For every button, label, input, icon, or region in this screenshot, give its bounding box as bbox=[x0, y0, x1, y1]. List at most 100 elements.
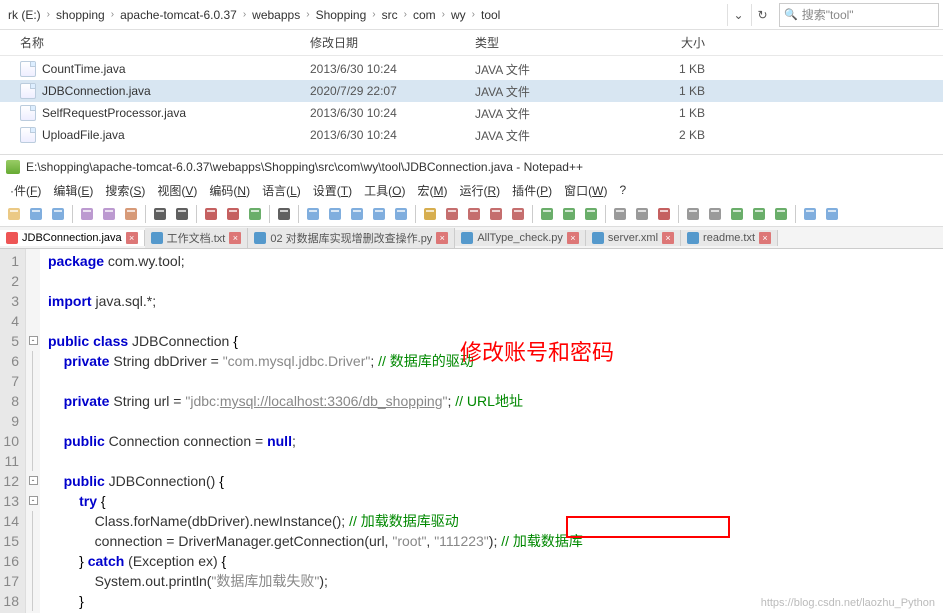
toolbar-button[interactable] bbox=[77, 204, 97, 224]
search-input[interactable]: 🔍 搜索"tool" bbox=[779, 3, 939, 27]
close-icon[interactable]: × bbox=[662, 232, 674, 244]
code-line[interactable] bbox=[48, 271, 583, 291]
toolbar-button[interactable] bbox=[486, 204, 506, 224]
menu-item[interactable]: 宏(M) bbox=[411, 180, 453, 201]
code-line[interactable]: try { bbox=[48, 491, 583, 511]
toolbar-button[interactable] bbox=[800, 204, 820, 224]
code-line[interactable]: import java.sql.*; bbox=[48, 291, 583, 311]
fold-marker[interactable]: - bbox=[26, 471, 40, 491]
fold-marker[interactable] bbox=[26, 431, 40, 451]
crumb[interactable]: webapps bbox=[248, 5, 304, 25]
code-line[interactable]: } catch (Exception ex) { bbox=[48, 551, 583, 571]
fold-marker[interactable] bbox=[26, 371, 40, 391]
menu-item[interactable]: 视图(V) bbox=[151, 180, 203, 201]
fold-marker[interactable] bbox=[26, 351, 40, 371]
menu-item[interactable]: 窗口(W) bbox=[558, 180, 613, 201]
toolbar-button[interactable] bbox=[391, 204, 411, 224]
toolbar-button[interactable] bbox=[771, 204, 791, 224]
crumb[interactable]: Shopping bbox=[312, 5, 371, 25]
toolbar-button[interactable] bbox=[172, 204, 192, 224]
editor-tab[interactable]: readme.txt× bbox=[681, 230, 778, 246]
close-icon[interactable]: × bbox=[436, 232, 448, 244]
code-line[interactable]: System.out.println("数据库加载失败"); bbox=[48, 571, 583, 591]
crumb[interactable]: src bbox=[378, 5, 402, 25]
crumb[interactable]: com bbox=[409, 5, 440, 25]
code-line[interactable] bbox=[48, 311, 583, 331]
editor-tab[interactable]: JDBConnection.java× bbox=[0, 230, 145, 246]
fold-marker[interactable] bbox=[26, 531, 40, 551]
crumb[interactable]: shopping bbox=[52, 5, 109, 25]
editor-tab[interactable]: server.xml× bbox=[586, 230, 681, 246]
menu-item[interactable]: 工具(O) bbox=[358, 180, 411, 201]
crumb[interactable]: tool bbox=[477, 5, 504, 25]
toolbar-button[interactable] bbox=[420, 204, 440, 224]
menu-item[interactable]: ·件(F) bbox=[4, 180, 47, 201]
toolbar-button[interactable] bbox=[705, 204, 725, 224]
toolbar-button[interactable] bbox=[150, 204, 170, 224]
menu-item[interactable]: 运行(R) bbox=[453, 180, 506, 201]
crumb[interactable]: apache-tomcat-6.0.37 bbox=[116, 5, 241, 25]
menu-item[interactable]: 编辑(E) bbox=[47, 180, 99, 201]
toolbar-button[interactable] bbox=[303, 204, 323, 224]
menu-item[interactable]: 语言(L) bbox=[256, 180, 307, 201]
code-line[interactable]: private String url = "jdbc:mysql://local… bbox=[48, 391, 583, 411]
toolbar-button[interactable] bbox=[121, 204, 141, 224]
fold-marker[interactable] bbox=[26, 271, 40, 291]
toolbar-button[interactable] bbox=[581, 204, 601, 224]
close-icon[interactable]: × bbox=[229, 232, 241, 244]
col-size[interactable]: 大小 bbox=[635, 34, 735, 51]
toolbar-button[interactable] bbox=[4, 204, 24, 224]
editor-tab[interactable]: 02 对数据库实现增删改查操作.py× bbox=[248, 228, 455, 248]
code-line[interactable]: connection = DriverManager.getConnection… bbox=[48, 531, 583, 551]
fold-marker[interactable] bbox=[26, 311, 40, 331]
col-name[interactable]: 名称 bbox=[20, 34, 310, 51]
toolbar-button[interactable] bbox=[610, 204, 630, 224]
file-row[interactable]: SelfRequestProcessor.java 2013/6/30 10:2… bbox=[0, 102, 943, 124]
fold-marker[interactable] bbox=[26, 411, 40, 431]
toolbar-button[interactable] bbox=[508, 204, 528, 224]
toolbar-button[interactable] bbox=[223, 204, 243, 224]
toolbar-button[interactable] bbox=[654, 204, 674, 224]
toolbar-button[interactable] bbox=[464, 204, 484, 224]
menu-item[interactable]: 编码(N) bbox=[203, 180, 256, 201]
code-line[interactable]: Class.forName(dbDriver).newInstance(); /… bbox=[48, 511, 583, 531]
fold-marker[interactable] bbox=[26, 511, 40, 531]
fold-marker[interactable] bbox=[26, 291, 40, 311]
fold-column[interactable]: --- bbox=[26, 249, 40, 613]
fold-marker[interactable] bbox=[26, 451, 40, 471]
fold-marker[interactable] bbox=[26, 591, 40, 611]
toolbar-button[interactable] bbox=[749, 204, 769, 224]
toolbar-button[interactable] bbox=[537, 204, 557, 224]
close-icon[interactable]: × bbox=[126, 232, 138, 244]
fold-marker[interactable] bbox=[26, 551, 40, 571]
toolbar-button[interactable] bbox=[369, 204, 389, 224]
code-content[interactable]: package com.wy.tool; import java.sql.*; … bbox=[40, 249, 583, 613]
fold-marker[interactable] bbox=[26, 391, 40, 411]
code-line[interactable]: public Connection connection = null; bbox=[48, 431, 583, 451]
menu-item[interactable]: 插件(P) bbox=[506, 180, 558, 201]
file-row[interactable]: CountTime.java 2013/6/30 10:24 JAVA 文件 1… bbox=[0, 58, 943, 80]
menu-item[interactable]: 设置(T) bbox=[307, 180, 358, 201]
code-line[interactable]: package com.wy.tool; bbox=[48, 251, 583, 271]
code-line[interactable]: public JDBConnection() { bbox=[48, 471, 583, 491]
toolbar-button[interactable] bbox=[48, 204, 68, 224]
menu-item[interactable]: 搜索(S) bbox=[99, 180, 151, 201]
toolbar-button[interactable] bbox=[274, 204, 294, 224]
toolbar-button[interactable] bbox=[325, 204, 345, 224]
refresh-icon[interactable]: ↻ bbox=[751, 4, 773, 26]
code-line[interactable] bbox=[48, 451, 583, 471]
toolbar-button[interactable] bbox=[727, 204, 747, 224]
toolbar-button[interactable] bbox=[99, 204, 119, 224]
code-line[interactable] bbox=[48, 411, 583, 431]
toolbar-button[interactable] bbox=[26, 204, 46, 224]
editor-tab[interactable]: 工作文档.txt× bbox=[145, 228, 249, 248]
col-type[interactable]: 类型 bbox=[475, 34, 635, 51]
toolbar-button[interactable] bbox=[245, 204, 265, 224]
code-line[interactable] bbox=[48, 371, 583, 391]
fold-marker[interactable] bbox=[26, 251, 40, 271]
close-icon[interactable]: × bbox=[759, 232, 771, 244]
toolbar-button[interactable] bbox=[632, 204, 652, 224]
fold-marker[interactable]: - bbox=[26, 331, 40, 351]
file-row[interactable]: UploadFile.java 2013/6/30 10:24 JAVA 文件 … bbox=[0, 124, 943, 146]
fold-marker[interactable] bbox=[26, 571, 40, 591]
